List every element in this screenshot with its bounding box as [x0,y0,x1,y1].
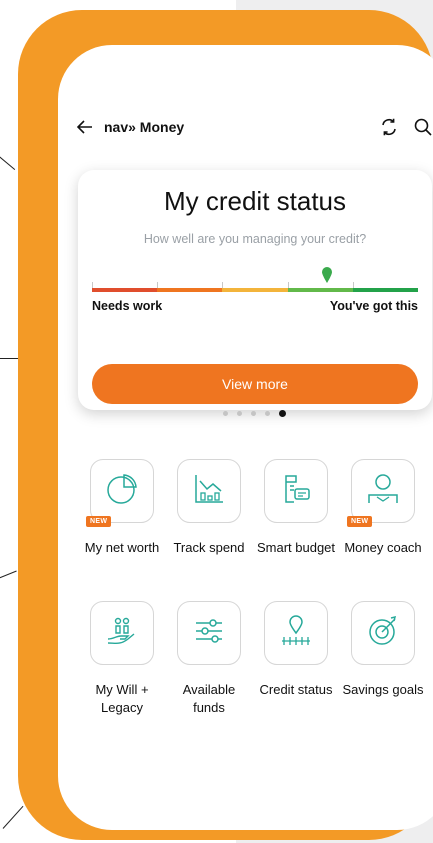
tile-label: My net worth [84,540,160,555]
new-badge: NEW [86,516,112,527]
top-bar: nav» Money [74,113,433,141]
tile-credit-status[interactable]: Credit status [254,601,338,699]
decorative-line [0,155,16,171]
credit-gauge-icon [278,613,314,654]
tile-label: Money coach [344,540,422,555]
tile-smart-budget[interactable]: Smart budget [254,459,338,557]
carousel-dot[interactable] [223,411,228,416]
phone-screen: nav» Money My credit status How well are… [58,45,433,830]
gauge-marker-pin [321,266,333,284]
tile-icon-box [177,459,241,523]
tile-label: Track spend [173,540,245,555]
tile-icon-box [177,601,241,665]
back-arrow-icon[interactable] [74,116,96,138]
decorative-line [2,805,24,829]
budget-document-icon [278,471,314,512]
tile-my-net-worth[interactable]: NEW My net worth [80,459,164,557]
gauge-label-needs-work: Needs work [92,299,163,313]
tile-label: My Will + Legacy [95,682,149,715]
gauge-segment [352,282,419,292]
top-bar-actions [378,116,433,138]
chart-trend-icon [191,471,227,512]
tile-available-funds[interactable]: Available funds [167,601,251,717]
tile-icon-box [264,459,328,523]
gauge-tick [287,282,289,288]
tile-icon-box [351,601,415,665]
page-title: nav» Money [104,119,185,135]
carousel-dots [58,410,433,417]
sliders-icon [191,613,227,654]
tile-savings-goals[interactable]: Savings goals [341,601,425,699]
gauge-segment [92,282,158,292]
gauge-segment [222,282,288,292]
target-goal-icon [365,613,401,654]
credit-card-subtitle: How well are you managing your credit? [143,232,367,246]
pie-chart-icon [104,471,140,512]
gauge-label-got-this: You've got this [329,299,418,313]
tile-label: Available funds [182,682,236,715]
decorative-line [0,570,17,579]
tile-label: Savings goals [342,682,424,697]
credit-status-card: My credit status How well are you managi… [78,170,432,410]
tile-icon-box [90,601,154,665]
gauge-segment [157,282,223,292]
tile-icon-box: NEW [86,459,154,527]
gauge-tick [92,282,93,288]
view-more-button[interactable]: View more [92,364,418,404]
tile-icon-box: NEW [347,459,415,527]
search-icon[interactable] [412,116,433,138]
gauge-tick [157,282,159,288]
carousel-dot[interactable] [279,410,286,417]
new-badge: NEW [347,516,373,527]
coach-person-icon [365,471,401,512]
carousel-dot[interactable] [251,411,256,416]
tile-label: Smart budget [256,540,336,555]
tile-label: Credit status [259,682,333,697]
refresh-icon[interactable] [378,116,400,138]
credit-gauge [92,282,419,292]
decorative-line [0,358,18,359]
gauge-segment [287,282,353,292]
tile-money-coach[interactable]: NEW Money coach [341,459,425,557]
tile-track-spend[interactable]: Track spend [167,459,251,557]
carousel-dot[interactable] [265,411,270,416]
phone-frame: nav» Money My credit status How well are… [18,10,433,840]
carousel-dot[interactable] [237,411,242,416]
tile-my-will-legacy[interactable]: My Will + Legacy [80,601,164,717]
credit-card-title: My credit status [163,186,347,216]
gauge-tick [222,282,224,288]
gauge-tick [352,282,354,288]
tile-icon-box [264,601,328,665]
family-hand-icon [104,613,140,654]
